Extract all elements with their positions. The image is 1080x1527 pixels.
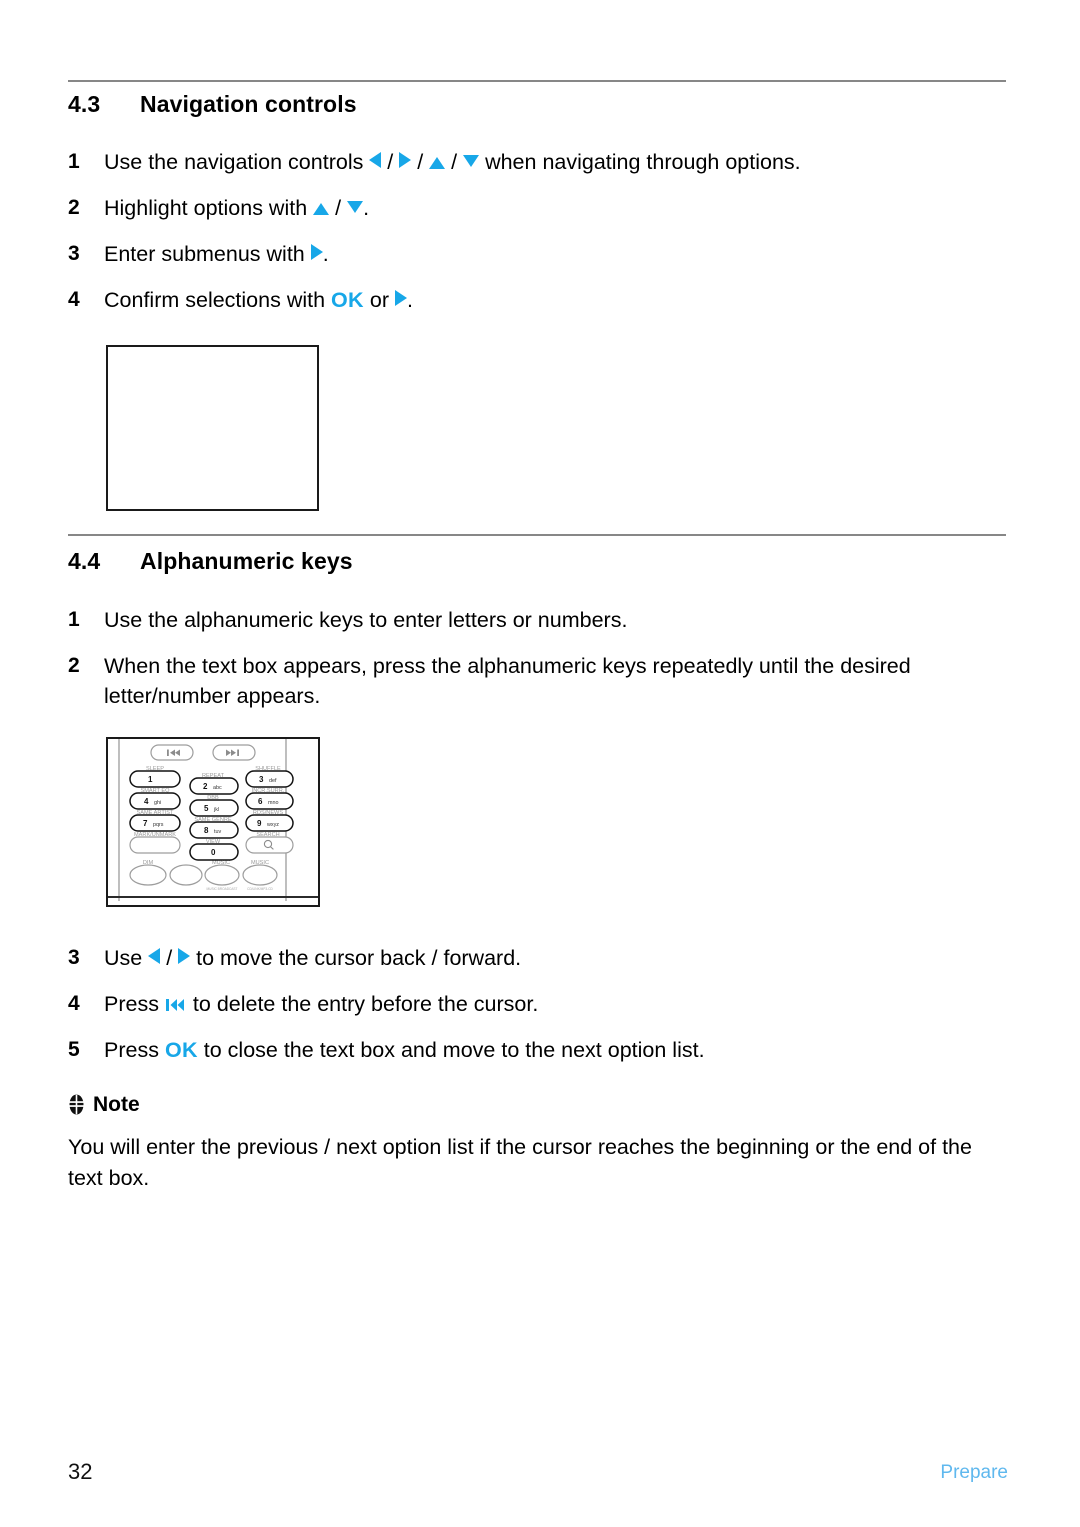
step-text-mid: or: [363, 288, 395, 312]
svg-text:mno: mno: [268, 800, 279, 806]
step-text-tail: .: [406, 288, 413, 312]
triangle-right-icon: [394, 290, 407, 306]
step-text-tail: to delete the entry before the cursor.: [186, 992, 539, 1016]
section-heading-4-3: 4.3 Navigation controls: [68, 91, 1008, 118]
ok-key-label: OK: [164, 1038, 198, 1062]
step-text-lead: Use: [104, 946, 149, 970]
step-text-lead: Highlight options with: [104, 196, 314, 220]
svg-text:abc: abc: [213, 785, 222, 791]
section-heading-4-4: 4.4 Alphanumeric keys: [68, 548, 1008, 575]
triangle-up-icon: [313, 203, 330, 215]
step-number: 5: [68, 1038, 80, 1061]
svg-text:pqrs: pqrs: [153, 822, 164, 828]
glyph-separator: /: [381, 150, 400, 174]
svg-text:2: 2: [203, 782, 208, 791]
svg-text:def: def: [269, 778, 277, 784]
step-text-lead: Use the navigation controls: [104, 150, 370, 174]
step-text: Confirm selections with OK or .: [104, 285, 1008, 315]
section-number: 4.4: [68, 548, 101, 574]
triangle-right-icon: [399, 152, 412, 168]
svg-text:tuv: tuv: [214, 829, 221, 835]
step-number: 2: [68, 654, 80, 677]
step-item: 4 Press to delete the entry before the c…: [68, 989, 1008, 1019]
svg-text:0: 0: [211, 848, 216, 857]
triangle-left-icon: [369, 152, 382, 168]
section-title: Navigation controls: [140, 91, 357, 117]
svg-text:wxyz: wxyz: [266, 822, 279, 828]
step-item: 5 Press OK to close the text box and mov…: [68, 1035, 1008, 1065]
step-text: Press to delete the entry before the cur…: [104, 989, 1008, 1019]
glyph-separator: /: [411, 150, 430, 174]
empty-illustration-frame: [106, 345, 319, 511]
note-heading-label: Note: [93, 1093, 140, 1116]
note-book-icon: [68, 1094, 85, 1115]
triangle-down-icon: [347, 201, 364, 213]
glyph-separator: /: [160, 946, 179, 970]
step-item: 1 Use the navigation controls / / / when…: [68, 147, 1008, 177]
step-text: Enter submenus with .: [104, 239, 1008, 269]
triangle-left-icon: [148, 948, 161, 964]
step-text: Highlight options with / .: [104, 193, 1008, 223]
section-divider-middle: [68, 534, 1006, 536]
step-number: 1: [68, 608, 80, 631]
step-text: Use the alphanumeric keys to enter lette…: [104, 608, 628, 632]
note-callout: Note You will enter the previous / next …: [68, 1092, 1008, 1194]
svg-text:MUSIC BROADCAST: MUSIC BROADCAST: [207, 887, 238, 891]
step-item: 3 Use / to move the cursor back / forwar…: [68, 943, 1008, 973]
step-item: 2 When the text box appears, press the a…: [68, 651, 1008, 711]
step-text-lead: Press: [104, 992, 165, 1016]
remote-control-alphanumeric-keypad: SLEEP REPEAT SHUFFLE SMART EQ DBB INCR.S…: [106, 737, 320, 907]
glyph-separator: /: [329, 196, 348, 220]
step-text: Press OK to close the text box and move …: [104, 1035, 1008, 1065]
section-number: 4.3: [68, 91, 101, 117]
step-text: When the text box appears, press the alp…: [104, 654, 911, 708]
step-number: 1: [68, 150, 80, 173]
ok-key-label: OK: [331, 288, 364, 312]
svg-text:6: 6: [258, 797, 263, 806]
step-item: 4 Confirm selections with OK or .: [68, 285, 1008, 315]
step-number: 3: [68, 242, 80, 265]
step-text-lead: Press: [104, 1038, 165, 1062]
step-text-tail: when navigating through options.: [479, 150, 801, 174]
step-text-tail: to close the text box and move to the ne…: [197, 1038, 705, 1062]
svg-text:jkl: jkl: [213, 807, 219, 813]
step-text: Use the navigation controls / / / when n…: [104, 147, 1008, 177]
triangle-right-icon: [178, 948, 191, 964]
svg-text:1: 1: [148, 775, 153, 784]
manual-page: 4.3 Navigation controls 1 Use the navigat…: [0, 0, 1080, 1527]
prev-track-icon: [165, 997, 187, 1013]
glyph-separator: /: [445, 150, 464, 174]
section-title: Alphanumeric keys: [140, 548, 353, 574]
step-text-tail: to move the cursor back / forward.: [190, 946, 522, 970]
triangle-up-icon: [429, 157, 446, 169]
step-item: 2 Highlight options with / .: [68, 193, 1008, 223]
triangle-down-icon: [463, 155, 480, 167]
note-heading: Note: [68, 1092, 1008, 1118]
step-text-tail: .: [363, 196, 370, 220]
step-item: 3 Enter submenus with .: [68, 239, 1008, 269]
step-text-lead: Enter submenus with: [104, 242, 311, 266]
step-number: 3: [68, 946, 80, 969]
footer-page-number: 32: [68, 1459, 93, 1484]
step-text-tail: .: [322, 242, 329, 266]
triangle-right-icon: [310, 244, 323, 260]
section-divider-top: [68, 80, 1006, 82]
step-number: 2: [68, 196, 80, 219]
svg-text:CD/LINK/MP3-CD: CD/LINK/MP3-CD: [247, 887, 273, 891]
note-body-text: You will enter the previous / next optio…: [68, 1135, 972, 1190]
svg-text:7: 7: [143, 819, 148, 828]
svg-text:4: 4: [144, 797, 149, 806]
footer-section-label: Prepare: [940, 1462, 1008, 1483]
svg-text:9: 9: [257, 819, 262, 828]
step-number: 4: [68, 992, 80, 1015]
step-item: 1 Use the alphanumeric keys to enter let…: [68, 605, 1008, 635]
step-number: 4: [68, 288, 80, 311]
step-text: Use / to move the cursor back / forward.: [104, 943, 1008, 973]
svg-text:5: 5: [204, 804, 209, 813]
svg-text:3: 3: [259, 775, 264, 784]
remote-illustration: SLEEP REPEAT SHUFFLE SMART EQ DBB INCR.S…: [108, 739, 318, 905]
svg-text:ghi: ghi: [154, 800, 161, 806]
svg-text:8: 8: [204, 826, 209, 835]
step-text-lead: Confirm selections with: [104, 288, 332, 312]
